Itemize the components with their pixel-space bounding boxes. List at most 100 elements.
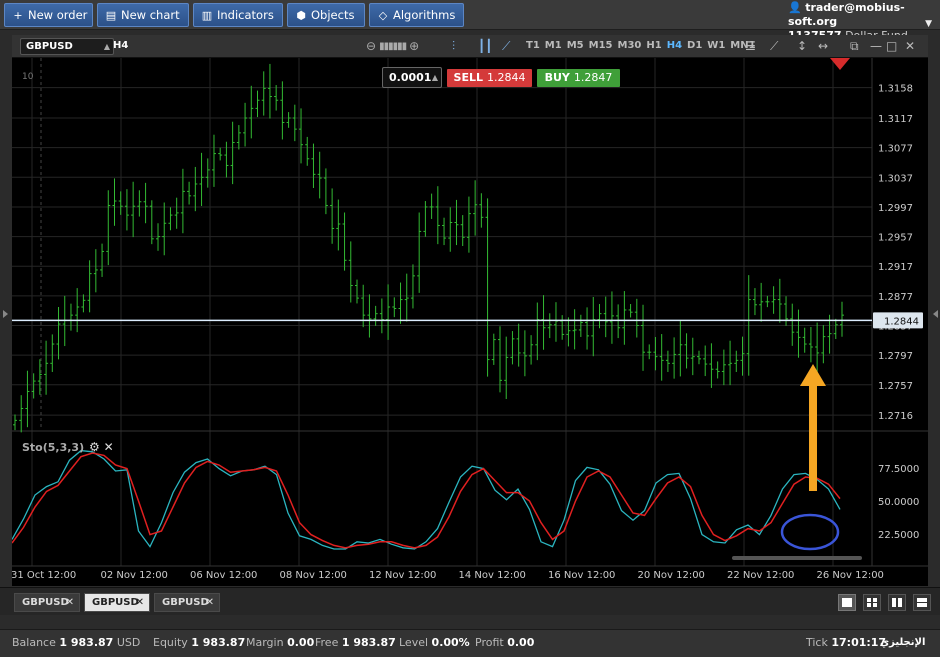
price-bar [597, 304, 602, 329]
timeframe-t1[interactable]: T1 [526, 40, 540, 51]
line-chart-icon[interactable]: ⟋ [502, 39, 510, 54]
stochastic-d-line [12, 452, 841, 549]
margin: Margin 0.00 [246, 636, 315, 649]
horizontal-line-icon[interactable]: ↔ [818, 39, 828, 53]
symbol-selector[interactable]: GBPUSD ▲ [20, 38, 114, 55]
timeframe-d1[interactable]: D1 [687, 40, 702, 51]
price-bar [292, 104, 297, 142]
y-tick-label: 1.3158 [878, 84, 913, 95]
zoom-control[interactable]: ⊖ ▮▮▮▮▮▮ ⊕ [366, 39, 419, 53]
timeframe-m15[interactable]: M15 [589, 40, 613, 51]
trendline-icon[interactable]: ⟋ [770, 39, 778, 54]
price-bar [354, 279, 359, 304]
y-tick-label: 1.2757 [878, 381, 913, 392]
lot-step-input[interactable]: 0.0001 ▲ [382, 67, 442, 88]
timeframe-m1[interactable]: M1 [545, 40, 562, 51]
zoom-in-icon[interactable]: ⊕ [409, 39, 419, 53]
layout-columns-icon[interactable] [888, 594, 906, 611]
corner-label: 10 [22, 72, 34, 82]
balance: Balance 1 983.87 USD [12, 636, 141, 649]
price-bar [759, 282, 764, 322]
close-tab-icon[interactable]: ✕ [206, 594, 214, 611]
chart-tab-active[interactable]: GBPUSD ✕ [84, 593, 150, 612]
price-bar [553, 302, 558, 342]
chart-tab[interactable]: GBPUSD ✕ [154, 593, 220, 612]
price-bar [821, 325, 826, 364]
plus-icon: + [13, 9, 23, 22]
candlestick-icon[interactable]: ┃┃ [478, 39, 492, 53]
x-tick-label: 20 Nov 12:00 [638, 570, 705, 581]
timeframe-h1[interactable]: H1 [646, 40, 661, 51]
timeframe-w1[interactable]: W1 [707, 40, 725, 51]
chart-header: GBPUSD ▲ H4 ⊖ ▮▮▮▮▮▮ ⊕ ⫶ ┃┃ ⟋ T1 M1 M5 M15 M30 H… [12, 35, 928, 58]
sell-button[interactable]: SELL 1.2844 [447, 69, 532, 87]
price-bar [211, 134, 216, 187]
price-bar [404, 273, 409, 322]
price-bar [591, 296, 596, 357]
price-chart[interactable]: 1.3158 1.3117 1.3077 1.3037 1.2997 1.2957 1.29… [12, 58, 928, 586]
price-bar [466, 196, 471, 253]
new-order-button[interactable]: + New order [4, 3, 93, 27]
vertical-line-icon[interactable]: ↕ [797, 39, 807, 53]
timeframe-m5[interactable]: M5 [567, 40, 584, 51]
detach-icon[interactable]: ⧉ [850, 39, 859, 54]
price-bar [485, 198, 490, 377]
timeframe-m30[interactable]: M30 [618, 40, 642, 51]
price-bar [373, 305, 378, 326]
horizontal-scrollbar [732, 556, 862, 560]
price-bar [529, 335, 534, 365]
price-bar [808, 326, 813, 363]
price-bar [417, 212, 422, 293]
x-tick-label: 26 Nov 12:00 [817, 570, 884, 581]
x-tick-label: 02 Nov 12:00 [101, 570, 168, 581]
algorithms-button[interactable]: ◇ Algorithms [369, 3, 464, 27]
layout-rows-icon[interactable] [913, 594, 931, 611]
close-icon[interactable]: ✕ [104, 440, 114, 454]
zoom-slider[interactable]: ▮▮▮▮▮▮ [379, 41, 407, 52]
price-bar [715, 361, 720, 379]
y-tick-label: 1.2917 [878, 262, 913, 273]
new-chart-button[interactable]: ▤ New chart [97, 3, 189, 27]
main-toolbar: + New order ▤ New chart ▥ Indicators ⬢ Objec… [0, 0, 940, 42]
price-bar [392, 297, 397, 318]
y-tick-label: 1.3037 [878, 173, 913, 184]
indicators-button[interactable]: ▥ Indicators [193, 3, 283, 27]
maximize-icon[interactable]: □ [886, 39, 897, 53]
buy-button[interactable]: BUY 1.2847 [537, 69, 620, 87]
close-tab-icon[interactable]: ✕ [136, 594, 144, 611]
close-tab-icon[interactable]: ✕ [66, 594, 74, 611]
price-bar [802, 327, 807, 353]
current-price-label: 1.2844 [884, 316, 919, 327]
timeframe-h4[interactable]: H4 [667, 40, 682, 51]
objects-button[interactable]: ⬢ Objects [287, 3, 365, 27]
layout-grid-icon[interactable] [863, 594, 881, 611]
chart-icon: ▤ [105, 9, 117, 22]
price-bar [734, 350, 739, 372]
y-tick-label: 1.2957 [878, 233, 913, 244]
price-bar [815, 322, 820, 375]
equity: Equity 1 983.87 [153, 636, 246, 649]
minimize-icon[interactable]: — [870, 39, 882, 53]
template-icon[interactable]: ☰ [745, 39, 756, 53]
price-bar [709, 343, 714, 388]
price-bar [628, 304, 633, 318]
price-bar [752, 288, 757, 316]
stochastic-k-line [12, 449, 841, 550]
price-bar [672, 337, 677, 379]
price-bar [647, 344, 652, 360]
bar-chart-icon[interactable]: ⫶ [452, 39, 455, 54]
gear-icon[interactable]: ⚙ [89, 440, 100, 454]
close-icon[interactable]: ✕ [905, 39, 915, 53]
layout-single-icon[interactable] [838, 594, 856, 611]
language-selector[interactable]: الإنجليزي [880, 630, 925, 656]
stochastic-level-label: 77.5000 [878, 464, 919, 475]
zoom-out-icon[interactable]: ⊖ [366, 39, 376, 53]
chart-tab[interactable]: GBPUSD ✕ [14, 593, 80, 612]
price-bar [479, 193, 484, 228]
price-bar [398, 282, 403, 324]
price-bar [348, 241, 353, 303]
chart-area[interactable]: 1.3158 1.3117 1.3077 1.3037 1.2997 1.2957 1.29… [12, 58, 928, 586]
price-bar [616, 304, 621, 339]
y-tick-label: 1.2997 [878, 203, 913, 214]
price-bar [777, 278, 782, 323]
